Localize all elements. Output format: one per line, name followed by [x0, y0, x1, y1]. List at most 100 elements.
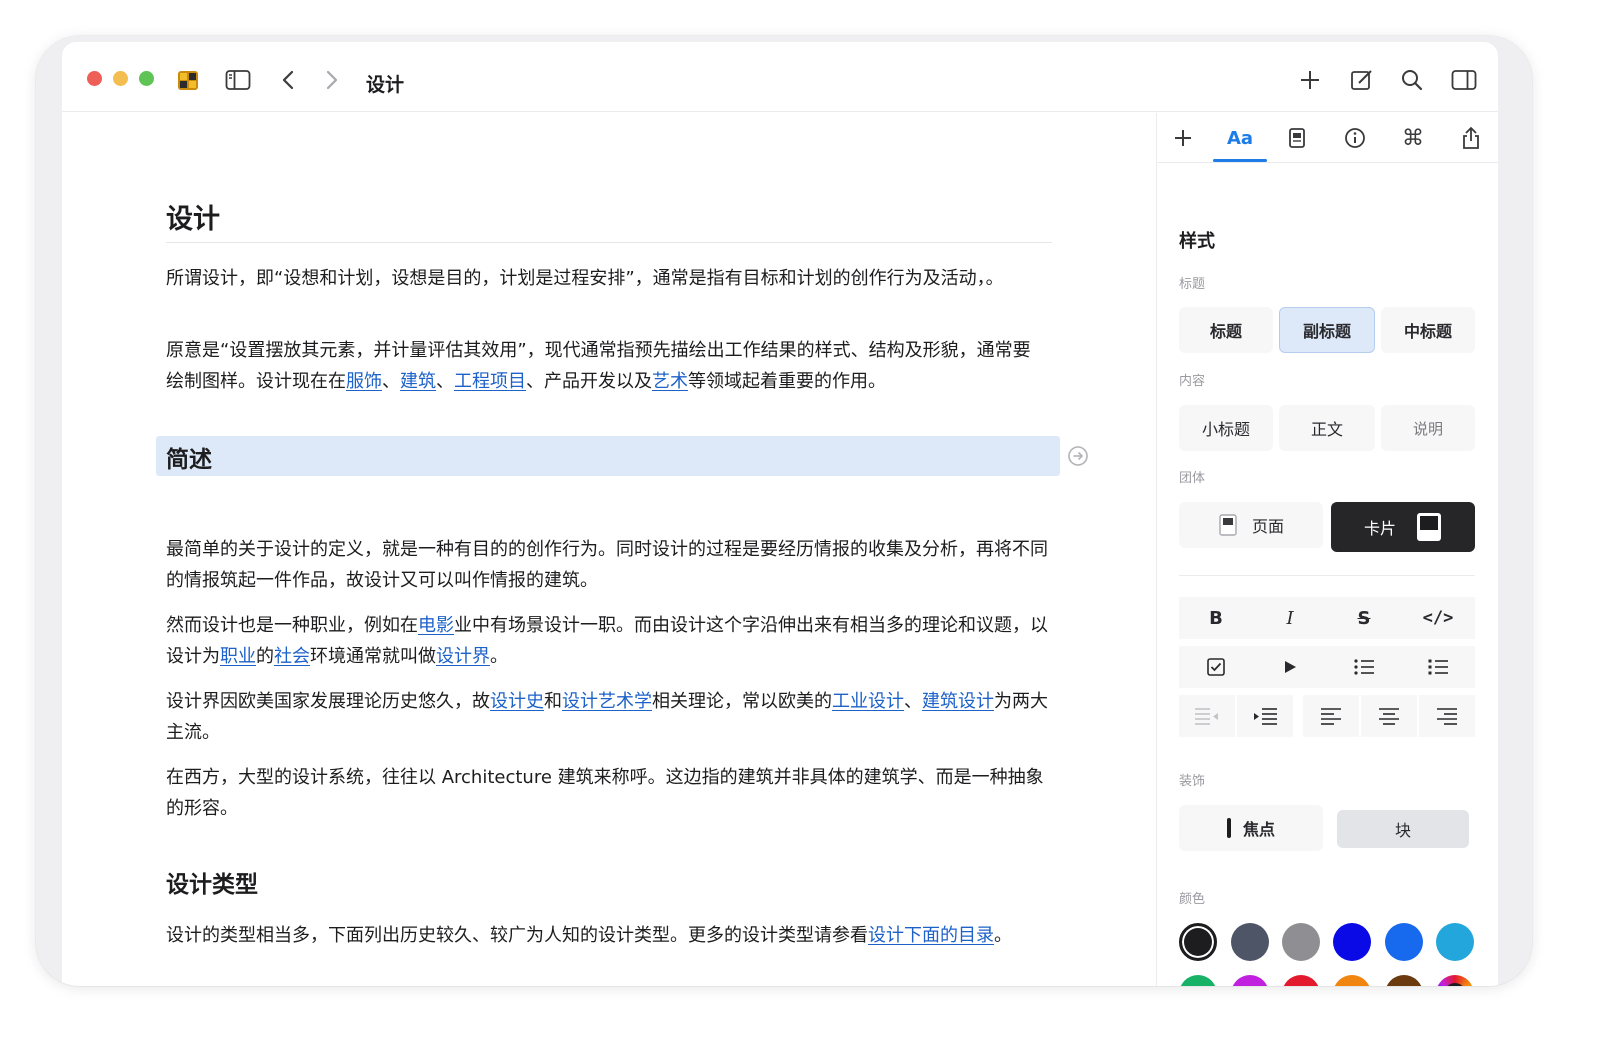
decoration-option-focus[interactable]: 焦点 — [1179, 805, 1323, 851]
document-title[interactable]: 设计 — [166, 197, 220, 236]
content-option-body[interactable]: 正文 — [1279, 405, 1375, 451]
inspector-panel: Aa ⌘ 样式 标题 标题 副标题 中标题 内容 小标题 正文 说明 团体 页面… — [1156, 113, 1498, 986]
align-right-button[interactable] — [1419, 695, 1475, 737]
decoration-option-focus-label: 焦点 — [1242, 820, 1275, 839]
paragraph-intro[interactable]: 所谓设计，即“设想和计划，设想是目的，计划是过程安排”，通常是指有目标和计划的创… — [166, 263, 1048, 294]
link-industrial-design[interactable]: 工业设计 — [832, 691, 904, 712]
link-architectural-design[interactable]: 建筑设计 — [922, 691, 994, 712]
card-icon — [1417, 513, 1441, 541]
group-option-page-label: 页面 — [1251, 517, 1284, 536]
minimize-window-button[interactable] — [113, 71, 128, 86]
active-tab-indicator — [1213, 159, 1267, 162]
paragraph-types[interactable]: 设计的类型相当多，下面列出历史较久、较广为人知的设计类型。更多的设计类型请参看设… — [166, 920, 1048, 951]
bold-button[interactable]: B — [1179, 597, 1253, 639]
strikethrough-button[interactable]: S — [1327, 597, 1401, 639]
indent-button[interactable] — [1237, 695, 1293, 737]
color-swatch-black[interactable] — [1179, 923, 1217, 961]
color-swatch-orange[interactable] — [1333, 975, 1371, 986]
heading-overview[interactable]: 简述 — [166, 440, 212, 474]
group-option-card-label: 卡片 — [1363, 519, 1396, 538]
play-triangle-icon — [1285, 661, 1296, 673]
link-society[interactable]: 社会 — [274, 646, 310, 667]
color-swatch-deep-blue[interactable] — [1333, 923, 1371, 961]
link-career[interactable]: 职业 — [220, 646, 256, 667]
tab-insert-icon[interactable] — [1163, 121, 1203, 155]
paragraph-definition[interactable]: 最简单的关于设计的定义，就是一种有目的的创作行为。同时设计的过程是要经历情报的收… — [166, 534, 1048, 596]
align-left-button[interactable] — [1303, 695, 1359, 737]
link-design-directory[interactable]: 设计下面的目录 — [868, 925, 994, 946]
content-option-small-heading[interactable]: 小标题 — [1179, 405, 1273, 451]
link-engineering[interactable]: 工程项目 — [454, 371, 526, 392]
link-architecture[interactable]: 建筑 — [400, 371, 436, 392]
code-button[interactable]: </> — [1401, 597, 1475, 639]
link-fashion[interactable]: 服饰 — [346, 371, 382, 392]
group-option-page[interactable]: 页面 — [1179, 502, 1323, 548]
link-design-world[interactable]: 设计界 — [436, 646, 490, 667]
zoom-window-button[interactable] — [139, 71, 154, 86]
bullet-list-button[interactable] — [1327, 646, 1401, 688]
paragraph-profession[interactable]: 然而设计也是一种职业，例如在电影业中有场景设计一职。而由设计这个字沿伸出来有相当… — [166, 610, 1048, 672]
add-icon[interactable] — [1294, 64, 1326, 96]
tab-command-icon[interactable]: ⌘ — [1393, 121, 1433, 155]
outdent-button[interactable] — [1179, 695, 1235, 737]
heading-design-types[interactable]: 设计类型 — [166, 865, 258, 899]
toggle-button[interactable] — [1253, 646, 1327, 688]
back-arrow-icon[interactable] — [272, 64, 304, 96]
search-icon[interactable] — [1396, 64, 1428, 96]
page-icon — [1219, 514, 1237, 536]
paragraph-west[interactable]: 在西方，大型的设计系统，往往以 Architecture 建筑来称呼。这边指的建… — [166, 762, 1048, 824]
heading-section-label: 标题 — [1179, 277, 1206, 292]
decoration-section-label: 装饰 — [1179, 774, 1206, 789]
color-swatch-red[interactable] — [1282, 975, 1320, 986]
document-area[interactable]: 设计 所谓设计，即“设想和计划，设想是目的，计划是过程安排”，通常是指有目标和计… — [62, 113, 1156, 986]
content-section-label: 内容 — [1179, 374, 1206, 389]
color-picker-center — [1444, 983, 1466, 986]
tab-info-icon[interactable] — [1335, 121, 1375, 155]
link-design-art-studies[interactable]: 设计艺术学 — [562, 691, 652, 712]
inspector-title: 样式 — [1179, 231, 1215, 252]
heading-option-title[interactable]: 标题 — [1179, 307, 1273, 353]
tab-style[interactable]: Aa — [1220, 121, 1260, 155]
color-swatch-purple[interactable] — [1231, 975, 1269, 986]
inspector-toggle-icon[interactable] — [1448, 64, 1480, 96]
compose-icon[interactable] — [1346, 64, 1378, 96]
inspector-tabs: Aa ⌘ — [1157, 113, 1498, 163]
heading-option-subtitle[interactable]: 副标题 — [1279, 307, 1375, 353]
color-swatch-brown[interactable] — [1385, 975, 1423, 986]
italic-button[interactable]: I — [1253, 597, 1327, 639]
color-swatch-slate[interactable] — [1231, 923, 1269, 961]
paragraph-history[interactable]: 设计界因欧美国家发展理论历史悠久，故设计史和设计艺术学相关理论，常以欧美的工业设… — [166, 686, 1048, 748]
link-film[interactable]: 电影 — [418, 615, 454, 636]
heading-option-medium[interactable]: 中标题 — [1381, 307, 1475, 353]
color-picker-icon[interactable] — [1436, 975, 1474, 986]
tab-share-icon[interactable] — [1451, 121, 1491, 155]
align-center-button[interactable] — [1361, 695, 1417, 737]
content-option-caption[interactable]: 说明 — [1381, 405, 1475, 451]
decoration-option-block[interactable]: 块 — [1337, 810, 1469, 848]
bullet-list-icon — [1354, 659, 1374, 675]
sidebar-toggle-icon[interactable] — [222, 64, 254, 96]
close-window-button[interactable] — [87, 71, 102, 86]
focus-bar-icon — [1226, 818, 1231, 838]
group-option-card[interactable]: 卡片 — [1331, 502, 1475, 552]
heading-action-icon[interactable] — [1066, 444, 1090, 468]
color-swatch-gray[interactable] — [1282, 923, 1320, 961]
inspector-divider — [1179, 575, 1475, 576]
app-window: 设计 设计 所谓设计，即“设想和计划，设想是目的，计划是过程安排”，通常是指有目… — [62, 42, 1498, 986]
checkbox-icon — [1207, 658, 1225, 676]
paragraph-origin[interactable]: 原意是“设置摆放其元素，并计量评估其效用”，现代通常指预先描绘出工作结果的样式、… — [166, 335, 1048, 397]
group-section-label: 团体 — [1179, 471, 1206, 486]
forward-arrow-icon[interactable] — [316, 64, 348, 96]
tab-page-icon[interactable] — [1277, 121, 1317, 155]
color-swatch-blue[interactable] — [1385, 923, 1423, 961]
indent-icon — [1254, 708, 1277, 725]
tab-style-label: Aa — [1226, 127, 1254, 149]
screenshot-frame: 设计 设计 所谓设计，即“设想和计划，设想是目的，计划是过程安排”，通常是指有目… — [36, 36, 1532, 986]
link-art[interactable]: 艺术 — [652, 371, 688, 392]
link-design-history[interactable]: 设计史 — [490, 691, 544, 712]
color-swatch-green[interactable] — [1179, 975, 1217, 986]
color-swatch-cyan[interactable] — [1436, 923, 1474, 961]
checkbox-button[interactable] — [1179, 646, 1253, 688]
numbered-list-button[interactable] — [1401, 646, 1475, 688]
align-right-icon — [1437, 708, 1457, 725]
